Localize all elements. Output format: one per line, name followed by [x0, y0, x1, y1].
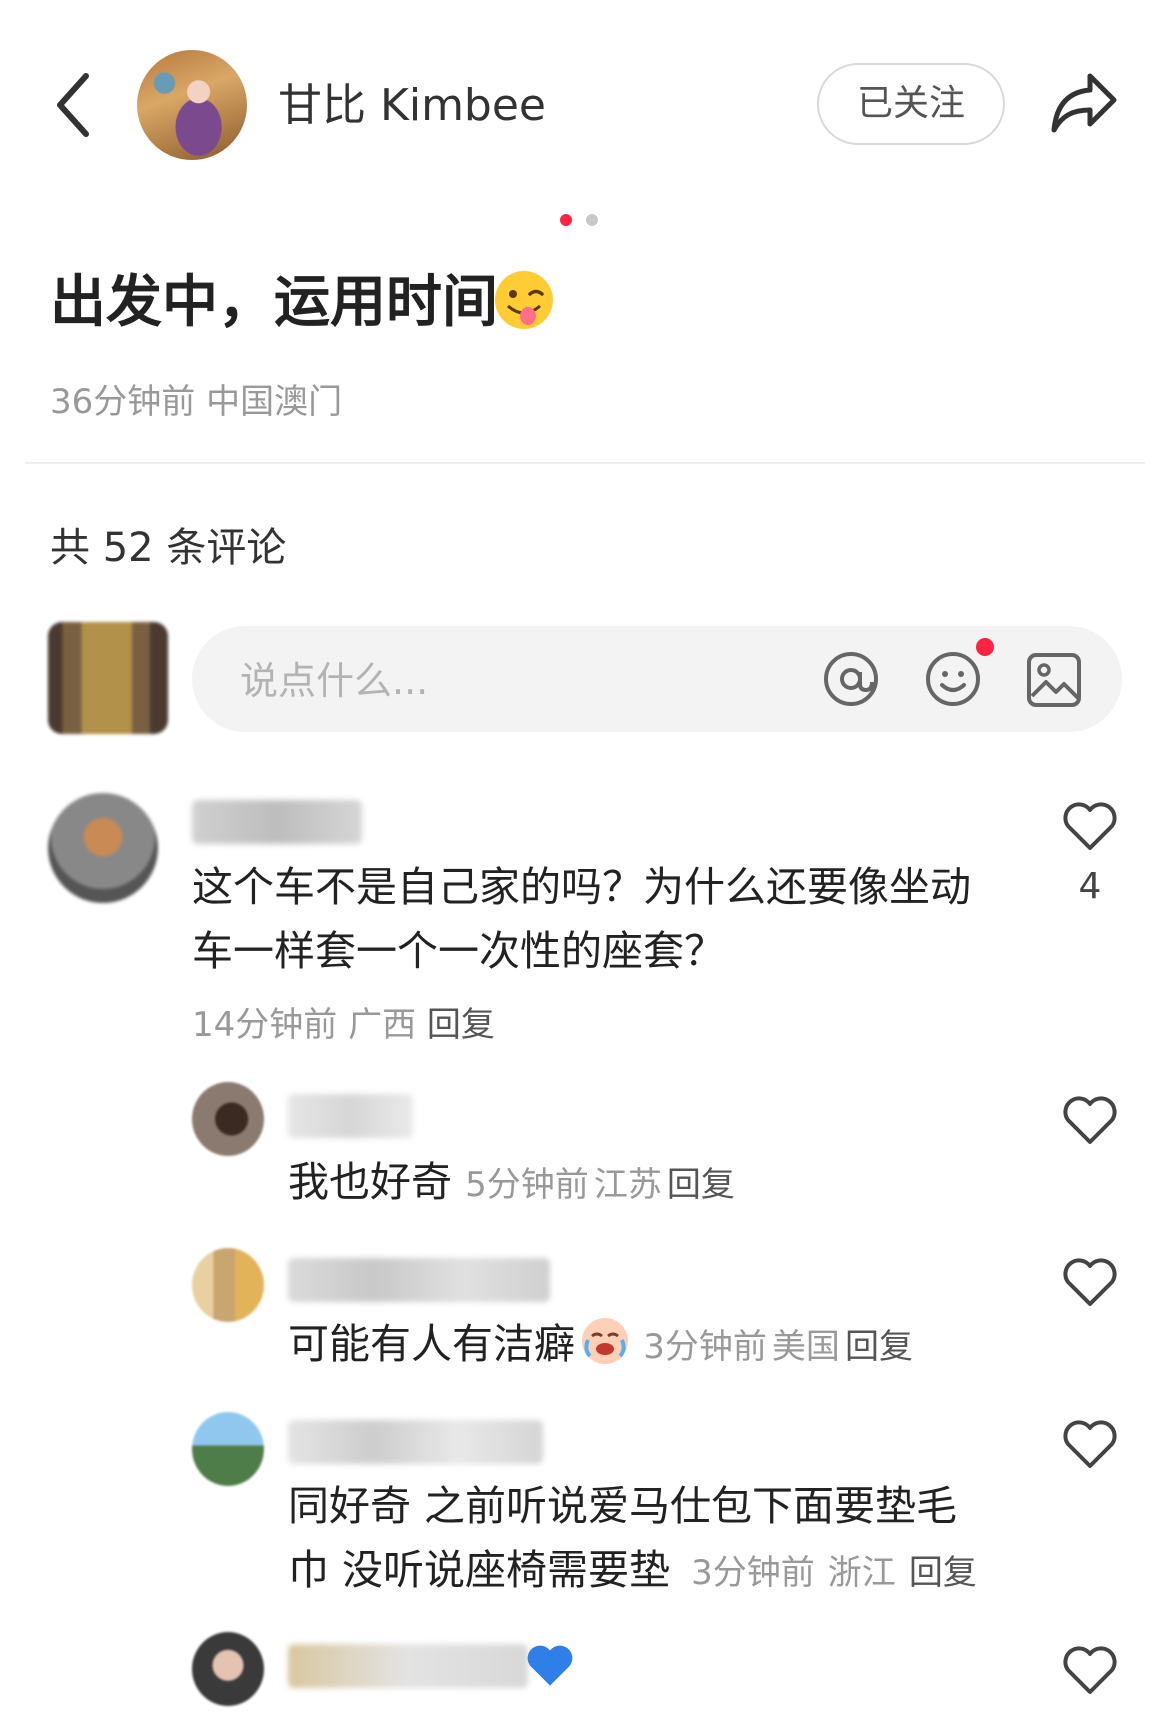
comment-text: 这个车不是自己家的吗？为什么还要像坐动 车一样套一个一次性的座套？: [192, 855, 1022, 983]
reply-location: 江苏: [593, 1165, 662, 1205]
post-meta: 36分钟前 中国澳门: [50, 378, 342, 426]
reply-time: 5分钟前: [465, 1165, 589, 1205]
comment-count: 共 52 条评论: [50, 525, 287, 571]
comment-text-line: 车一样套一个一次性的座套？: [192, 927, 725, 975]
reply-location: 美国: [771, 1327, 840, 1367]
author-name[interactable]: 甘比 Kimbee: [278, 76, 546, 136]
my-avatar: [48, 622, 168, 734]
replier-name-blurred[interactable]: [288, 1420, 543, 1464]
comment-text-line: 这个车不是自己家的吗？为什么还要像坐动: [192, 863, 971, 911]
author-avatar[interactable]: [137, 50, 247, 160]
replier-avatar[interactable]: [192, 1082, 264, 1156]
post-location: 中国澳门: [206, 382, 343, 422]
comment-time: 14分钟前: [192, 1005, 338, 1045]
reply-text-line: 同好奇 之前听说爱马仕包下面要垫毛: [288, 1482, 958, 1530]
carousel-dot: [586, 214, 598, 226]
crying-emoji-icon: [582, 1318, 629, 1364]
post-title: 出发中，运用时间: [50, 270, 498, 335]
replier-name-blurred[interactable]: [288, 1258, 550, 1302]
reply-text: 我也好奇: [288, 1158, 452, 1206]
follow-button[interactable]: 已关注: [817, 63, 1005, 145]
comment-location: 广西: [348, 1005, 417, 1045]
reply-row: 我也好奇 5分钟前 江苏 回复: [288, 1150, 735, 1214]
image-icon[interactable]: [1026, 652, 1082, 708]
back-icon[interactable]: [50, 70, 100, 140]
replier-name-blurred[interactable]: [288, 1644, 528, 1688]
replier-name-blurred[interactable]: [288, 1094, 413, 1138]
mention-icon[interactable]: [822, 650, 880, 708]
like-heart-icon[interactable]: [1062, 800, 1118, 852]
notification-dot: [976, 638, 994, 656]
commenter-avatar[interactable]: [48, 793, 158, 903]
reply-link[interactable]: 回复: [667, 1165, 735, 1205]
commenter-name-blurred[interactable]: [192, 800, 362, 844]
wink-tongue-emoji-icon: [495, 271, 553, 329]
like-heart-icon[interactable]: [1062, 1256, 1118, 1308]
reply-text-line: 巾 没听说座椅需要垫: [288, 1546, 671, 1594]
like-heart-icon[interactable]: [1062, 1418, 1118, 1470]
reply-row: 可能有人有洁癖 3分钟前 美国 回复: [288, 1312, 913, 1376]
reply-time: 3分钟前: [643, 1327, 767, 1367]
reply-link[interactable]: 回复: [909, 1553, 977, 1593]
reply-location: 浙江: [827, 1553, 896, 1593]
emoji-icon[interactable]: [924, 650, 982, 708]
blue-heart-emoji-icon: [527, 1645, 573, 1686]
like-heart-icon[interactable]: [1062, 1644, 1118, 1696]
comment-input-placeholder[interactable]: 说点什么...: [240, 654, 428, 708]
like-count: 4: [1078, 866, 1102, 907]
replier-avatar[interactable]: [192, 1248, 264, 1322]
replier-avatar[interactable]: [192, 1632, 264, 1706]
replier-avatar[interactable]: [192, 1412, 264, 1486]
divider: [25, 462, 1145, 464]
reply-text-line-with-meta: 巾 没听说座椅需要垫 3分钟前 浙江 回复: [288, 1538, 1028, 1605]
carousel-dot-active: [560, 214, 572, 226]
reply-link[interactable]: 回复: [427, 1005, 495, 1045]
reply-text: 同好奇 之前听说爱马仕包下面要垫毛 巾 没听说座椅需要垫 3分钟前 浙江 回复: [288, 1474, 1028, 1605]
post-time: 36分钟前: [50, 382, 196, 422]
comment-meta: 14分钟前 广西 回复: [192, 997, 495, 1046]
share-icon[interactable]: [1050, 70, 1118, 136]
reply-text: 可能有人有洁癖: [288, 1320, 575, 1368]
reply-link[interactable]: 回复: [845, 1327, 913, 1367]
like-heart-icon[interactable]: [1062, 1094, 1118, 1146]
reply-time: 3分钟前: [691, 1553, 815, 1593]
